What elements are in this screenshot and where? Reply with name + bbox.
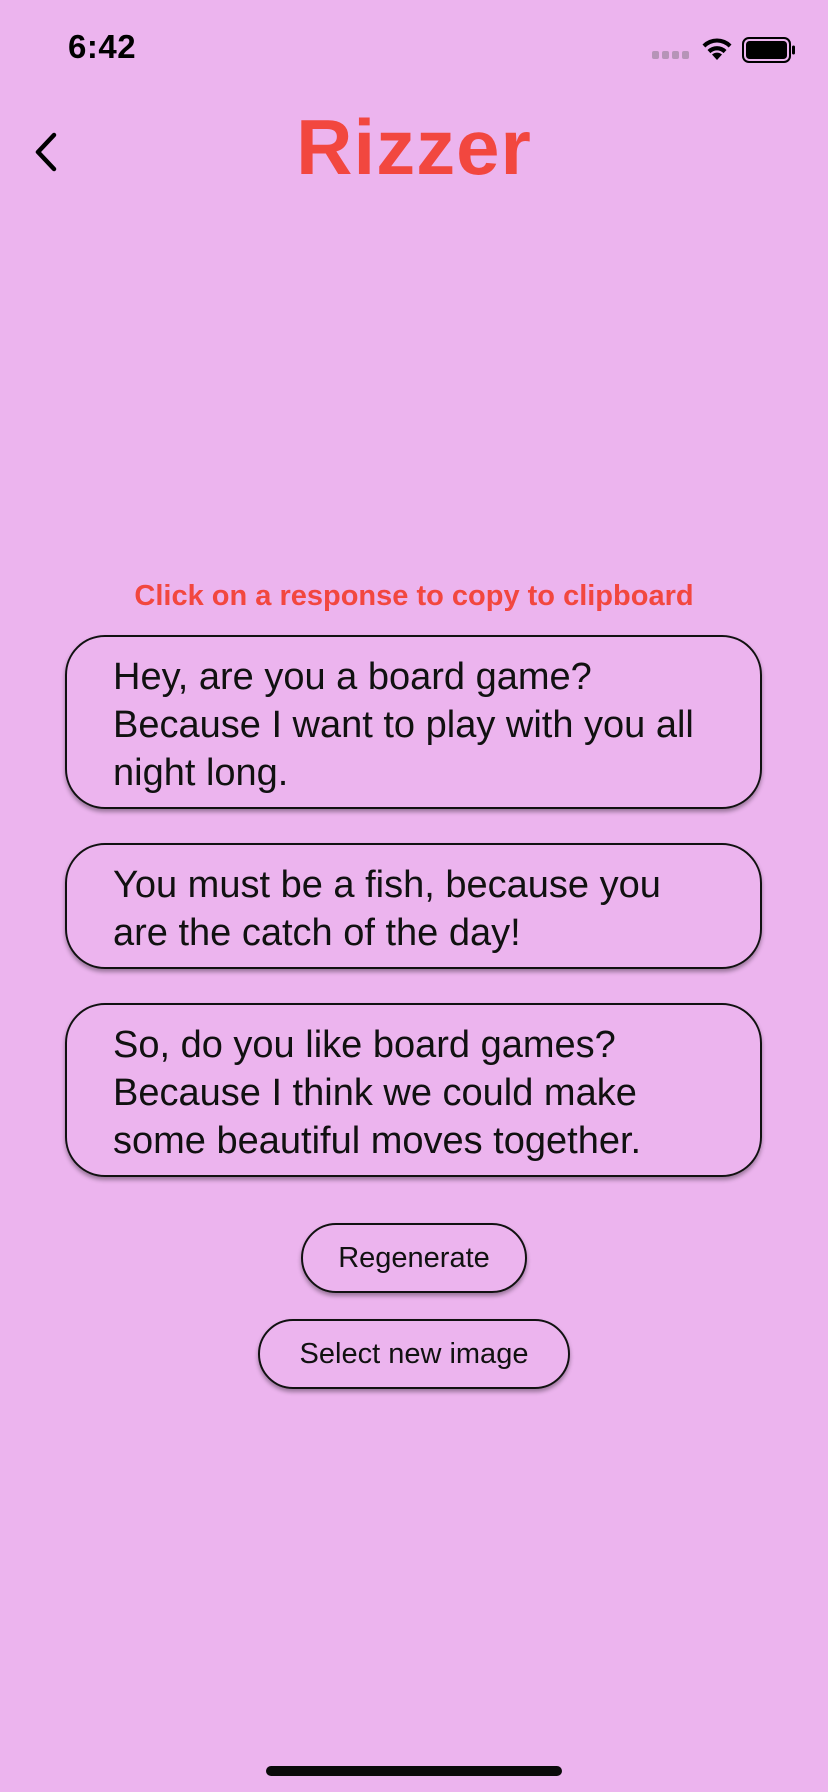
home-indicator: [266, 1766, 562, 1776]
app-title: Rizzer: [296, 103, 532, 191]
copy-instruction: Click on a response to copy to clipboard: [134, 580, 694, 612]
response-card[interactable]: So, do you like board games? Because I t…: [65, 1003, 762, 1177]
response-card[interactable]: Hey, are you a board game? Because I wan…: [65, 635, 762, 809]
battery-icon: [742, 37, 795, 63]
status-time: 6:42: [68, 28, 137, 65]
select-new-image-button[interactable]: Select new image: [258, 1319, 570, 1389]
wifi-icon: [702, 38, 732, 60]
app-screen: 6:42 Rizzer Click on a response to copy …: [0, 0, 828, 1792]
response-card[interactable]: You must be a fish, because you are the …: [65, 843, 762, 969]
cellular-signal-icon: [652, 51, 690, 61]
regenerate-button[interactable]: Regenerate: [301, 1223, 527, 1293]
